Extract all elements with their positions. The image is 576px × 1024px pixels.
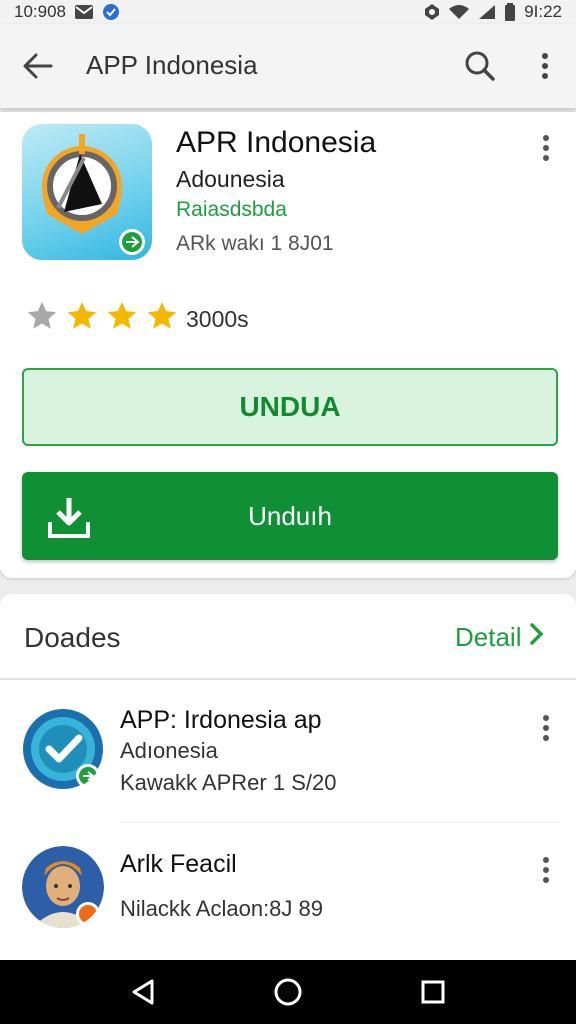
related-apps-section: Doades Detail APP: Irdonesia ap Adıonesi… bbox=[0, 594, 576, 960]
detail-link-label: Detail bbox=[455, 622, 522, 652]
card-more-vert-icon[interactable] bbox=[530, 128, 562, 168]
list-item[interactable]: APP: Irdonesia ap Adıonesia Kawakk APRer… bbox=[0, 694, 576, 814]
search-icon[interactable] bbox=[460, 46, 500, 86]
avatar-icon bbox=[22, 846, 104, 928]
list-item-subtitle: Adıonesia bbox=[120, 738, 218, 763]
verified-icon bbox=[102, 3, 120, 21]
status-bar: 10:908 9I:22 bbox=[0, 0, 576, 24]
detail-link[interactable]: Detail bbox=[455, 622, 545, 653]
list-item-more-vert-icon[interactable] bbox=[532, 708, 560, 748]
list-item-meta: Kawakk APRer 1 S/20 bbox=[120, 770, 337, 795]
app-version: ARk wakı 1 8J01 bbox=[176, 232, 334, 255]
list-divider bbox=[120, 822, 560, 823]
app-category[interactable]: Raiasdsbda bbox=[176, 198, 287, 222]
list-item[interactable]: Arlk Feacil Nilackk Aclaon:8J 89 bbox=[0, 834, 576, 954]
star-icon bbox=[64, 298, 100, 334]
section-title: Doades bbox=[24, 622, 121, 653]
app-bar-title: APP Indonesia bbox=[86, 50, 258, 80]
section-divider bbox=[0, 678, 576, 680]
check-badge-icon bbox=[22, 708, 104, 790]
battery-icon bbox=[504, 3, 516, 21]
signal-icon bbox=[478, 4, 496, 20]
chevron-right-icon bbox=[529, 622, 545, 653]
data-saver-icon bbox=[424, 3, 440, 21]
rating-stars bbox=[24, 298, 180, 334]
app-detail-card: APR Indonesia Adounesia Raiasdsbda ARk w… bbox=[0, 112, 576, 578]
wifi-icon bbox=[448, 4, 470, 20]
back-triangle-icon[interactable] bbox=[121, 970, 165, 1014]
list-item-more-vert-icon[interactable] bbox=[532, 850, 560, 890]
home-circle-icon[interactable] bbox=[266, 970, 310, 1014]
system-nav-bar bbox=[0, 960, 576, 1024]
undua-button[interactable]: UNDUA bbox=[22, 368, 558, 446]
list-item-meta: Nilackk Aclaon:8J 89 bbox=[120, 896, 323, 921]
gmail-icon bbox=[74, 4, 94, 20]
back-arrow-icon[interactable] bbox=[18, 46, 58, 86]
star-icon bbox=[24, 298, 60, 334]
status-time-left: 10:908 bbox=[14, 2, 66, 21]
status-time-right: 9I:22 bbox=[524, 2, 562, 21]
app-name: APR Indonesia bbox=[176, 126, 377, 159]
star-icon bbox=[144, 298, 180, 334]
app-bar: APP Indonesia bbox=[0, 24, 576, 108]
rating-count: 3000s bbox=[186, 306, 249, 332]
list-item-title: Arlk Feacil bbox=[120, 850, 237, 878]
app-logo-icon bbox=[22, 124, 152, 260]
recents-square-icon[interactable] bbox=[411, 970, 455, 1014]
download-icon bbox=[46, 494, 92, 540]
download-button-label: Unduıh bbox=[248, 500, 332, 531]
list-item-title: APP: Irdonesia ap bbox=[120, 706, 322, 734]
star-icon bbox=[104, 298, 140, 334]
download-button[interactable]: Unduıh bbox=[22, 472, 558, 560]
more-vert-icon[interactable] bbox=[528, 46, 562, 86]
developer-name[interactable]: Adounesia bbox=[176, 166, 285, 193]
